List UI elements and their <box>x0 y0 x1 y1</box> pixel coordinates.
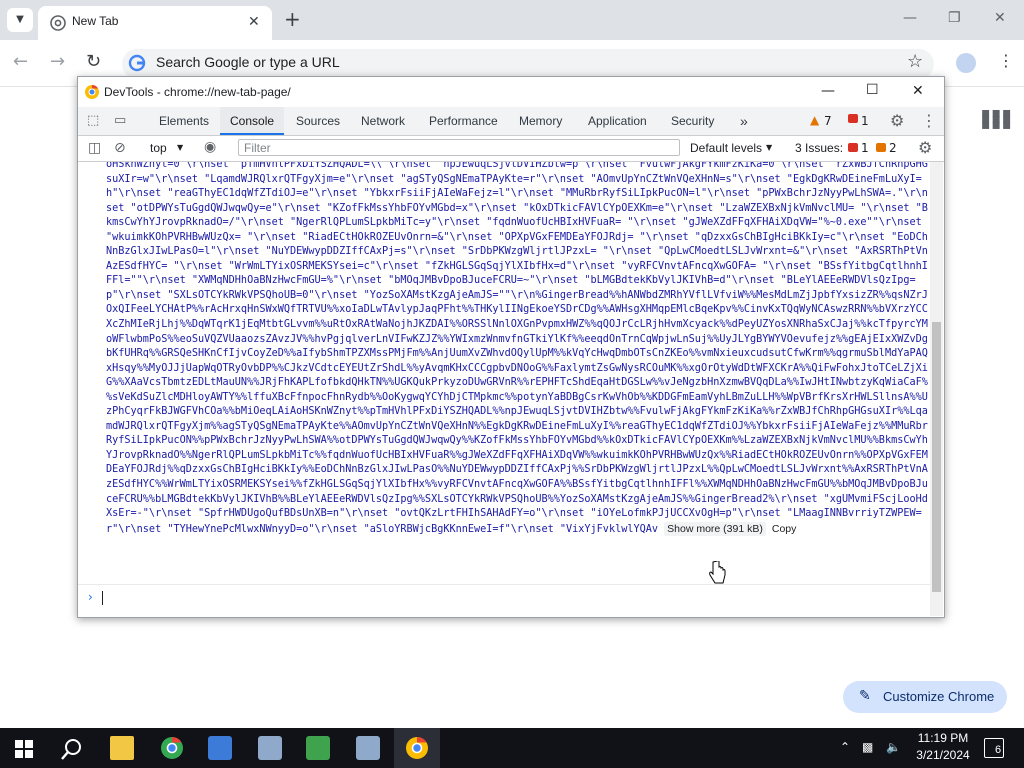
console-prompt[interactable]: › <box>78 584 930 611</box>
devtools-minimize-icon[interactable]: — <box>821 83 835 99</box>
chrome-taskbar-icon <box>406 737 428 759</box>
prompt-caret <box>102 591 103 605</box>
app-taskbar-icon-1[interactable] <box>208 736 232 760</box>
warning-icon[interactable]: ▲ <box>810 113 819 127</box>
inspect-element-icon[interactable]: ⬚ <box>87 113 99 129</box>
hand-cursor-icon <box>709 561 726 584</box>
issue-warning-icon[interactable] <box>876 143 886 152</box>
console-scrollbar[interactable] <box>930 162 943 616</box>
restore-window-icon[interactable]: ❐ <box>948 10 961 26</box>
chevron-down-icon: ▼ <box>16 14 24 25</box>
console-toolbar: ◫ ⊘ top ▼ ◉ Filter Default levels ▼ 3 Is… <box>78 136 944 162</box>
tab-title: New Tab <box>72 14 119 28</box>
tab-elements[interactable]: Elements <box>159 107 209 135</box>
tab-memory[interactable]: Memory <box>519 107 562 135</box>
tab-performance[interactable]: Performance <box>429 107 498 135</box>
profile-avatar[interactable] <box>956 53 976 73</box>
chrome-icon <box>50 15 66 31</box>
google-g-icon <box>128 54 146 72</box>
close-tab-icon[interactable]: ✕ <box>248 14 260 30</box>
show-more-button[interactable]: Show more (391 kB) <box>664 521 766 537</box>
copy-button[interactable]: Copy <box>766 522 803 537</box>
new-tab-icon[interactable]: + <box>284 9 301 29</box>
active-chrome-taskbar-item[interactable] <box>394 728 440 768</box>
devtools-title: DevTools - chrome://new-tab-page/ <box>104 85 291 99</box>
customize-chrome-label: Customize Chrome <box>883 689 995 704</box>
notification-count: 6 <box>995 744 1002 756</box>
back-icon[interactable]: ← <box>13 53 28 71</box>
clock[interactable]: 11:19 PM 3/21/2024 <box>910 731 976 762</box>
devtools-close-icon[interactable]: ✕ <box>912 83 924 99</box>
clear-console-icon[interactable]: ⊘ <box>114 140 126 156</box>
issues-warnings-count[interactable]: 2 <box>889 141 897 155</box>
app-taskbar-icon-2[interactable] <box>258 736 282 760</box>
bookmark-star-icon[interactable]: ☆ <box>907 53 923 71</box>
app-taskbar-icon-4[interactable] <box>356 736 380 760</box>
settings-gear-icon[interactable]: ⚙ <box>890 113 904 129</box>
close-window-icon[interactable]: ✕ <box>994 10 1006 26</box>
console-output-area: oHSknWZnyt=0"\r\nset "pTmHVhlPFxDiYSZHQA… <box>78 162 930 584</box>
pencil-icon: ✎ <box>859 687 871 703</box>
error-icon[interactable] <box>848 114 858 123</box>
windows-start-icon[interactable] <box>15 740 33 758</box>
app-taskbar-icon-3[interactable] <box>306 736 330 760</box>
tab-search-button[interactable]: ▼ <box>7 8 33 32</box>
customize-chrome-button[interactable]: ✎ Customize Chrome <box>843 681 1007 713</box>
tab-sources[interactable]: Sources <box>296 107 340 135</box>
file-explorer-icon[interactable] <box>110 736 134 760</box>
console-message[interactable]: oHSknWZnyt=0"\r\nset "pTmHVhlPFxDiYSZHQA… <box>106 162 928 537</box>
tab-console[interactable]: Console <box>220 107 285 135</box>
errors-count[interactable]: 1 <box>861 114 869 128</box>
issue-error-icon[interactable] <box>848 143 858 152</box>
log-levels-dropdown[interactable]: Default levels <box>690 141 762 155</box>
more-tabs-icon[interactable]: » <box>740 107 748 135</box>
minimize-window-icon[interactable]: — <box>903 10 917 26</box>
scrollbar-thumb[interactable] <box>932 322 941 592</box>
tab-new-tab[interactable]: New Tab ✕ <box>38 6 272 40</box>
eye-icon[interactable]: ◉ <box>204 139 216 155</box>
sidebar-toggle-icon[interactable]: ◫ <box>88 140 101 156</box>
console-settings-gear-icon[interactable]: ⚙ <box>918 140 932 156</box>
prompt-chevron-icon: › <box>88 590 93 604</box>
issues-errors-count[interactable]: 1 <box>861 141 869 155</box>
issues-label[interactable]: 3 Issues: <box>795 141 843 155</box>
context-selector[interactable]: top <box>150 141 167 155</box>
tab-application[interactable]: Application <box>588 107 647 135</box>
chrome-icon <box>85 84 99 99</box>
tab-network[interactable]: Network <box>361 107 405 135</box>
tab-security[interactable]: Security <box>671 107 714 135</box>
menu-dots-icon[interactable]: ⋮ <box>998 53 1014 69</box>
devtools-panel-tabs: ⬚ ▭ Elements Console Sources Network Per… <box>78 107 944 136</box>
network-icon[interactable]: ▩ <box>862 740 873 754</box>
clock-time: 11:19 PM <box>917 731 969 745</box>
chevron-down-icon: ▼ <box>766 143 773 152</box>
omnibox-placeholder[interactable]: Search Google or type a URL <box>156 54 340 70</box>
devtools-titlebar: DevTools - chrome://new-tab-page/ — ☐ ✕ <box>78 77 944 107</box>
customize-devtools-icon[interactable]: ⋮ <box>921 113 937 129</box>
tray-chevron-up-icon[interactable]: ⌃ <box>840 740 850 754</box>
chrome-taskbar-icon[interactable] <box>160 736 184 760</box>
clock-date: 3/21/2024 <box>916 748 970 762</box>
devtools-window: DevTools - chrome://new-tab-page/ — ☐ ✕ … <box>77 76 945 618</box>
search-icon[interactable] <box>60 737 84 761</box>
reload-icon[interactable]: ↻ <box>86 53 101 71</box>
filter-input[interactable]: Filter <box>238 139 680 156</box>
apps-grid-icon[interactable]: ▪▪▪ ▪▪▪ ▪▪▪ <box>981 106 1012 132</box>
console-message-text: oHSknWZnyt=0"\r\nset "pTmHVhlPFxDiYSZHQA… <box>106 162 928 535</box>
chevron-down-icon: ▼ <box>177 143 184 152</box>
forward-icon[interactable]: → <box>50 53 65 71</box>
devtools-maximize-icon[interactable]: ☐ <box>866 82 879 98</box>
volume-icon[interactable]: 🔈 <box>886 740 901 754</box>
device-toolbar-icon[interactable]: ▭ <box>114 113 126 129</box>
warnings-count[interactable]: 7 <box>824 114 832 128</box>
